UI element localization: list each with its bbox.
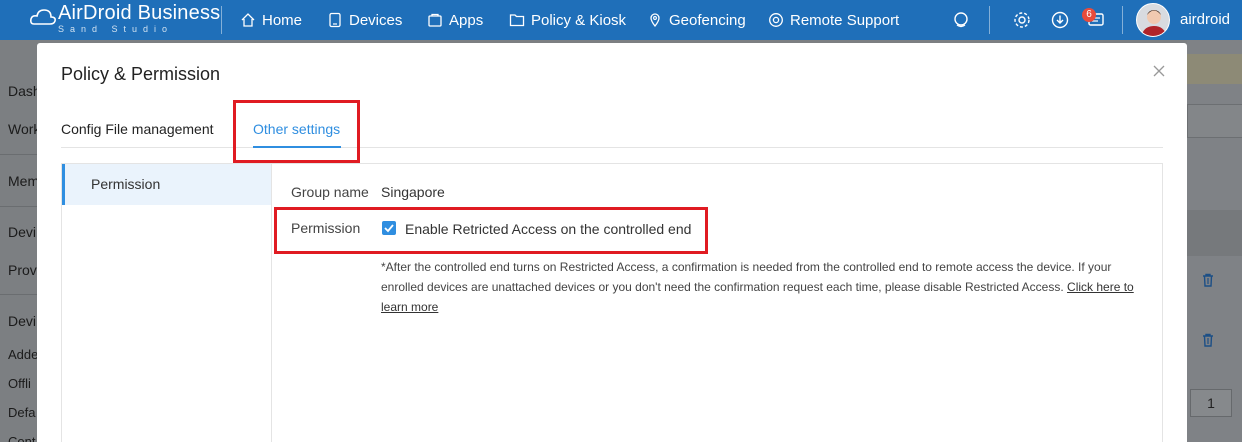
- bg-sidebar-item: Offli: [8, 376, 31, 391]
- home-icon: [241, 13, 255, 27]
- annotation-box-other-settings: [233, 100, 360, 163]
- bg-table-header: [1187, 210, 1242, 256]
- group-name-value: Singapore: [381, 184, 445, 200]
- bg-divider: [0, 294, 40, 295]
- nav-divider: [989, 6, 990, 34]
- tab-config-file-management[interactable]: Config File management: [61, 121, 214, 137]
- trash-icon: [1203, 273, 1213, 287]
- download-icon[interactable]: [1050, 10, 1070, 30]
- bg-notice-bar: [1187, 54, 1242, 84]
- bg-pagination-input: 1: [1190, 389, 1232, 417]
- bg-sidebar-item: Adde: [8, 347, 39, 362]
- cloud-logo-icon: [30, 9, 56, 25]
- nav-devices[interactable]: Devices: [327, 0, 402, 40]
- nav-policy-kiosk-label: Policy & Kiosk: [531, 11, 627, 29]
- restricted-access-note: *After the controlled end turns on Restr…: [381, 257, 1141, 317]
- top-navigation-bar: AirDroid Business Sand Studio Home Devic…: [0, 0, 1242, 40]
- user-avatar-icon: [1141, 10, 1167, 36]
- nav-divider: [1122, 6, 1123, 34]
- avatar[interactable]: [1136, 3, 1170, 37]
- apps-icon: [428, 13, 442, 27]
- close-icon[interactable]: [1152, 64, 1166, 78]
- brand-subtitle: Sand Studio: [58, 24, 174, 34]
- geofence-icon: [650, 13, 660, 28]
- notification-badge: 6: [1082, 8, 1096, 22]
- nav-policy-kiosk[interactable]: Policy & Kiosk: [509, 0, 626, 40]
- nav-devices-label: Devices: [349, 11, 403, 29]
- bg-sidebar-item: Devi: [8, 313, 37, 329]
- brand-logo[interactable]: AirDroid Business Sand Studio: [30, 2, 220, 34]
- bg-sidebar-item: Work: [8, 121, 41, 137]
- nav-geofencing-label: Geofencing: [669, 11, 746, 29]
- devices-icon: [329, 12, 341, 28]
- support-icon: [769, 13, 783, 27]
- nav-geofencing[interactable]: Geofencing: [647, 0, 746, 40]
- bg-divider: [0, 206, 40, 207]
- annotation-box-permission: [274, 207, 708, 254]
- bg-sidebar-item: Dash: [8, 83, 41, 99]
- bg-divider: [0, 154, 40, 155]
- group-name-label: Group name: [291, 184, 369, 200]
- gear-icon[interactable]: [1012, 10, 1032, 30]
- folder-icon: [509, 14, 525, 27]
- bg-search-box: [1187, 104, 1242, 138]
- note-text: *After the controlled end turns on Restr…: [381, 260, 1112, 294]
- bg-sidebar-item: Cont: [8, 434, 36, 442]
- username[interactable]: airdroid: [1180, 11, 1230, 28]
- tabs-divider: [61, 147, 1163, 148]
- bg-sidebar-item: Mem: [8, 173, 40, 189]
- nav-apps-label: Apps: [449, 11, 484, 29]
- settings-side-menu: Permission: [62, 164, 272, 442]
- nav-remote-support-label: Remote Support: [790, 11, 900, 29]
- bg-sidebar-item: Devi: [8, 224, 37, 240]
- nav-home-label: Home: [262, 11, 303, 29]
- dialog-title: Policy & Permission: [61, 64, 221, 84]
- bg-sidebar-item: Defa: [8, 405, 36, 420]
- nav-apps[interactable]: Apps: [427, 0, 483, 40]
- brand-name: AirDroid Business: [58, 2, 221, 24]
- trash-icon: [1203, 333, 1213, 347]
- bg-sidebar-item: Prov: [8, 262, 37, 278]
- nav-home[interactable]: Home: [240, 0, 302, 40]
- side-menu-item-permission[interactable]: Permission: [62, 164, 271, 205]
- nav-remote-support[interactable]: Remote Support: [768, 0, 899, 40]
- headset-icon[interactable]: [951, 10, 971, 30]
- nav-divider: [221, 6, 222, 34]
